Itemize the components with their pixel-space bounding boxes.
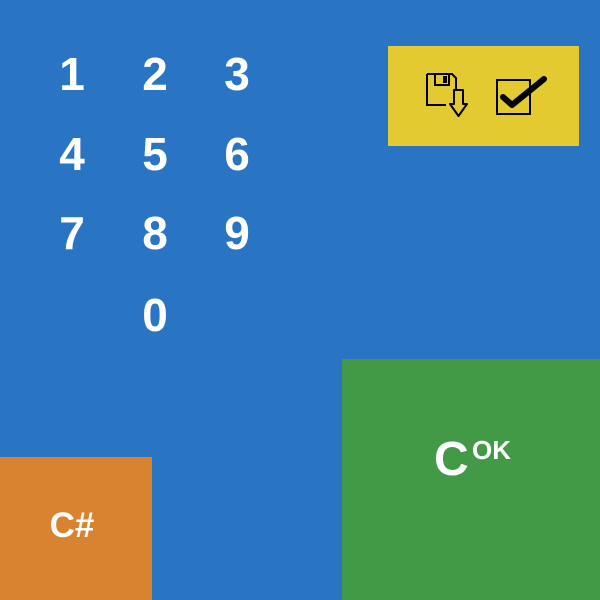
ok-letter: C <box>434 433 469 486</box>
key-7[interactable]: 7 <box>42 203 102 263</box>
key-5[interactable]: 5 <box>125 124 185 184</box>
key-8[interactable]: 8 <box>125 203 185 263</box>
action-toolbar <box>388 46 579 146</box>
save-button[interactable] <box>413 66 473 126</box>
save-download-icon <box>426 73 468 117</box>
ok-label: OK <box>472 435 511 465</box>
key-6[interactable]: 6 <box>207 124 267 184</box>
key-1[interactable]: 1 <box>42 44 102 104</box>
checkbox-check-icon <box>496 76 547 115</box>
key-4[interactable]: 4 <box>42 124 102 184</box>
key-2[interactable]: 2 <box>125 44 185 104</box>
clear-button[interactable]: C# <box>0 457 152 600</box>
key-0[interactable]: 0 <box>125 285 185 345</box>
ok-button[interactable]: C OK <box>342 359 600 600</box>
clear-label: C# <box>49 506 95 545</box>
confirm-button[interactable] <box>488 66 548 126</box>
key-3[interactable]: 3 <box>207 44 267 104</box>
key-9[interactable]: 9 <box>207 203 267 263</box>
